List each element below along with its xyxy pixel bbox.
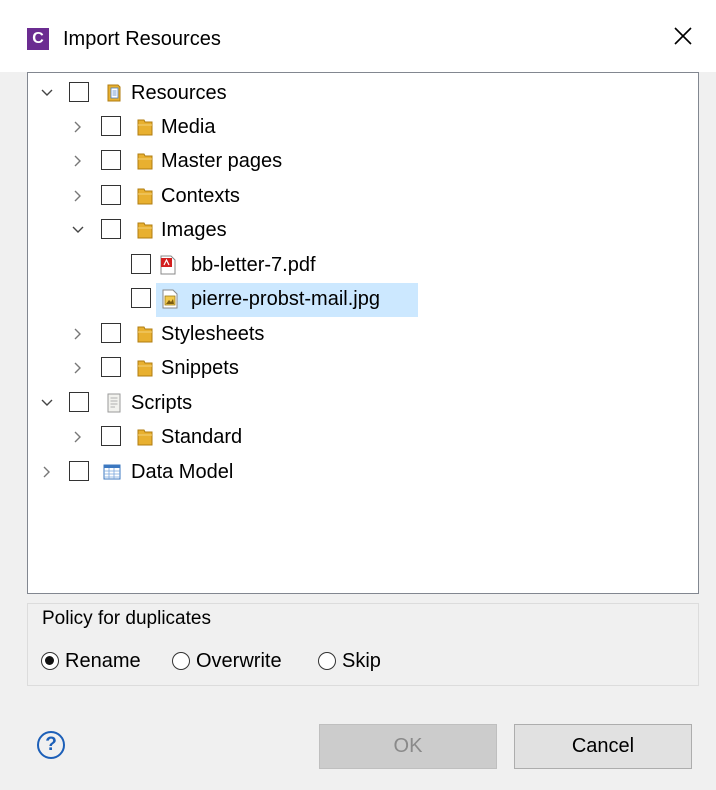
checkbox-pierre-probst-jpg[interactable] <box>131 288 151 308</box>
radio-unselected-icon[interactable] <box>318 652 336 670</box>
radio-label: Overwrite <box>196 649 282 672</box>
tree-item-contexts[interactable]: Contexts <box>28 180 698 212</box>
help-icon[interactable]: ? <box>37 731 65 759</box>
tree-item-label: Data Model <box>131 461 234 483</box>
folder-icon <box>137 188 153 205</box>
chevron-down-icon[interactable] <box>70 222 86 238</box>
tree-item-master-pages[interactable]: Master pages <box>28 145 698 177</box>
pdf-file-icon <box>160 255 176 275</box>
resources-folder-icon <box>107 84 121 102</box>
folder-icon <box>137 222 153 239</box>
tree-item-standard[interactable]: Standard <box>28 421 698 453</box>
chevron-right-icon[interactable] <box>39 464 55 480</box>
chevron-right-icon[interactable] <box>70 360 86 376</box>
tree-item-label: Snippets <box>161 357 239 379</box>
chevron-down-icon[interactable] <box>39 395 55 411</box>
chevron-right-icon[interactable] <box>70 188 86 204</box>
radio-selected-icon[interactable] <box>41 652 59 670</box>
tree-item-label: Scripts <box>131 392 193 414</box>
radio-rename[interactable]: Rename <box>41 649 141 673</box>
tree-item-label: Stylesheets <box>161 323 265 345</box>
chevron-down-icon[interactable] <box>39 85 55 101</box>
folder-icon <box>137 153 153 170</box>
checkbox-media[interactable] <box>101 116 121 136</box>
folder-icon <box>137 119 153 136</box>
tree-item-stylesheets[interactable]: Stylesheets <box>28 318 698 350</box>
data-model-icon <box>103 464 121 480</box>
tree-item-label: Standard <box>161 426 243 448</box>
checkbox-bb-letter-pdf[interactable] <box>131 254 151 274</box>
close-icon <box>674 27 692 45</box>
tree-item-label: bb-letter-7.pdf <box>191 254 316 276</box>
tree-item-snippets[interactable]: Snippets <box>28 352 698 384</box>
import-resources-dialog: C Import Resources Resources Media Maste… <box>0 0 716 790</box>
title-bar: C Import Resources <box>0 0 716 72</box>
app-logo-icon: C <box>27 28 49 50</box>
checkbox-resources[interactable] <box>69 82 89 102</box>
radio-label: Skip <box>342 649 381 672</box>
chevron-right-icon[interactable] <box>70 429 86 445</box>
tree-item-label: Media <box>161 116 216 138</box>
chevron-right-icon[interactable] <box>70 153 86 169</box>
folder-icon <box>137 360 153 377</box>
tree-item-bb-letter-pdf[interactable]: bb-letter-7.pdf <box>28 249 698 281</box>
tree-item-label: Contexts <box>161 185 240 207</box>
radio-overwrite[interactable]: Overwrite <box>172 649 282 673</box>
tree-item-label: Images <box>161 219 227 241</box>
checkbox-standard[interactable] <box>101 426 121 446</box>
tree-item-label: Resources <box>131 82 227 104</box>
tree-item-label: Master pages <box>161 150 283 172</box>
close-button[interactable] <box>663 16 703 56</box>
cancel-button[interactable]: Cancel <box>514 724 692 769</box>
tree-item-scripts[interactable]: Scripts <box>28 387 698 419</box>
chevron-right-icon[interactable] <box>70 119 86 135</box>
tree-item-resources[interactable]: Resources <box>28 77 698 109</box>
checkbox-snippets[interactable] <box>101 357 121 377</box>
image-file-icon <box>162 289 178 309</box>
tree-item-label: pierre-probst-mail.jpg <box>191 288 380 310</box>
folder-icon <box>137 429 153 446</box>
chevron-right-icon[interactable] <box>70 326 86 342</box>
checkbox-master-pages[interactable] <box>101 150 121 170</box>
checkbox-contexts[interactable] <box>101 185 121 205</box>
radio-skip[interactable]: Skip <box>318 649 381 673</box>
checkbox-stylesheets[interactable] <box>101 323 121 343</box>
ok-button[interactable]: OK <box>319 724 497 769</box>
radio-unselected-icon[interactable] <box>172 652 190 670</box>
policy-group-title: Policy for duplicates <box>40 607 213 631</box>
tree-item-media[interactable]: Media <box>28 111 698 143</box>
scripts-icon <box>107 393 121 413</box>
folder-icon <box>137 326 153 343</box>
radio-label: Rename <box>65 649 141 672</box>
resource-tree[interactable]: Resources Media Master pages Contexts Im… <box>27 72 699 594</box>
tree-item-data-model[interactable]: Data Model <box>28 456 698 488</box>
checkbox-data-model[interactable] <box>69 461 89 481</box>
dialog-title: Import Resources <box>63 28 221 50</box>
tree-item-pierre-probst-jpg[interactable]: pierre-probst-mail.jpg <box>28 283 698 315</box>
checkbox-scripts[interactable] <box>69 392 89 412</box>
tree-item-images[interactable]: Images <box>28 214 698 246</box>
checkbox-images[interactable] <box>101 219 121 239</box>
